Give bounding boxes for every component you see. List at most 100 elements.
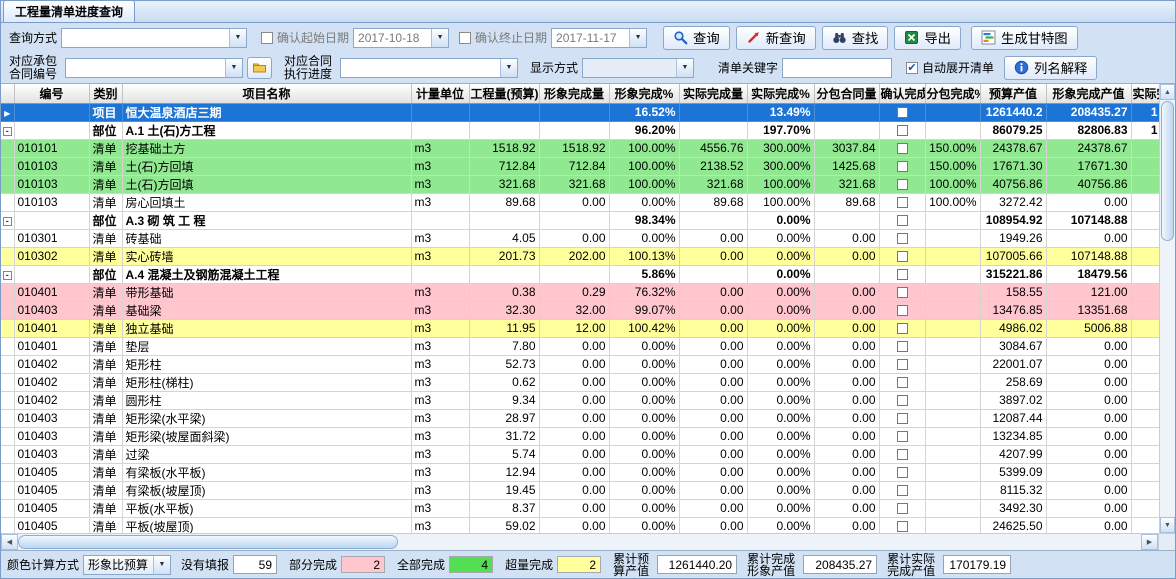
confirm-checkbox[interactable] <box>897 323 908 334</box>
chevron-down-icon[interactable]: ▼ <box>229 29 246 47</box>
table-row[interactable]: 010103清单土(石)方回填m3712.84712.84100.00%2138… <box>1 157 1159 175</box>
project-row[interactable]: ▶项目恒大温泉酒店三期16.52%13.49%1261440.2208435.2… <box>1 103 1159 121</box>
column-header[interactable]: 确认完成 <box>879 84 925 103</box>
confirm-checkbox[interactable] <box>897 125 908 136</box>
new-query-button[interactable]: 新查询 <box>736 26 816 50</box>
confirm-checkbox[interactable] <box>897 269 908 280</box>
chevron-down-icon[interactable]: ▼ <box>225 59 242 77</box>
scroll-left-icon[interactable]: ◀ <box>1 534 18 550</box>
table-row[interactable]: 010405清单有梁板(水平板)m312.940.000.00%0.000.00… <box>1 463 1159 481</box>
color-mode-select[interactable]: 形象比预算 ▼ <box>83 555 171 575</box>
horizontal-scroll-thumb[interactable] <box>18 535 398 549</box>
column-header[interactable]: 预算产值 <box>980 84 1046 103</box>
confirm-checkbox[interactable] <box>897 107 908 118</box>
display-mode-select[interactable]: ▼ <box>582 58 694 78</box>
contract-progress-select[interactable]: ▼ <box>340 58 518 78</box>
query-button[interactable]: 查询 <box>663 26 730 50</box>
table-row[interactable]: 010403清单矩形梁(水平梁)m328.970.000.00%0.000.00… <box>1 409 1159 427</box>
chevron-down-icon[interactable]: ▼ <box>629 29 646 47</box>
horizontal-scroll-track[interactable] <box>398 534 1141 550</box>
confirm-checkbox[interactable] <box>897 305 908 316</box>
table-row[interactable]: 010402清单矩形柱(梯柱)m30.620.000.00%0.000.00%0… <box>1 373 1159 391</box>
tree-collapse-toggle[interactable]: - <box>1 265 14 283</box>
table-row[interactable]: 010401清单垫层m37.800.000.00%0.000.00%0.0030… <box>1 337 1159 355</box>
table-row[interactable]: 010405清单平板(水平板)m38.370.000.00%0.000.00%0… <box>1 499 1159 517</box>
end-date-picker[interactable]: 2017-11-17 ▼ <box>551 28 647 48</box>
confirm-checkbox[interactable] <box>897 179 908 190</box>
export-button[interactable]: 导出 <box>894 26 961 50</box>
confirm-checkbox[interactable] <box>897 413 908 424</box>
confirm-checkbox[interactable] <box>897 521 908 532</box>
chevron-down-icon[interactable]: ▼ <box>500 59 517 77</box>
table-row[interactable]: 010403清单矩形梁(坡屋面斜梁)m331.720.000.00%0.000.… <box>1 427 1159 445</box>
row-selector-arrow[interactable]: ▶ <box>1 103 14 121</box>
contract-no-select[interactable]: ▼ <box>65 58 243 78</box>
column-header[interactable]: 分包合同量 <box>814 84 879 103</box>
horizontal-scrollbar[interactable]: ◀ ▶ <box>1 533 1175 550</box>
column-header[interactable]: 实际完成% <box>747 84 814 103</box>
section-row[interactable]: -部位A.4 混凝土及钢筋混凝土工程5.86%0.00%315221.86184… <box>1 265 1159 283</box>
table-row[interactable]: 010402清单圆形柱m39.340.000.00%0.000.00%0.003… <box>1 391 1159 409</box>
table-row[interactable]: 010403清单基础梁m332.3032.0099.07%0.000.00%0.… <box>1 301 1159 319</box>
column-header[interactable]: 实际完成产值 <box>1131 84 1159 103</box>
chevron-down-icon[interactable]: ▼ <box>431 29 448 47</box>
column-header[interactable]: 编号 <box>14 84 89 103</box>
confirm-checkbox[interactable] <box>897 431 908 442</box>
start-date-picker[interactable]: 2017-10-18 ▼ <box>353 28 449 48</box>
confirm-checkbox[interactable] <box>897 395 908 406</box>
confirm-checkbox[interactable] <box>897 377 908 388</box>
confirm-checkbox[interactable] <box>897 233 908 244</box>
confirm-checkbox[interactable] <box>897 485 908 496</box>
find-button[interactable]: 查找 <box>822 26 889 50</box>
confirm-checkbox[interactable] <box>897 287 908 298</box>
column-header[interactable]: 计量单位 <box>411 84 469 103</box>
confirm-checkbox[interactable] <box>897 143 908 154</box>
vertical-scrollbar[interactable]: ▲ ▼ <box>1159 84 1175 533</box>
confirm-checkbox[interactable] <box>897 341 908 352</box>
open-folder-button[interactable] <box>247 57 272 79</box>
end-date-checkbox[interactable]: 确认终止日期 <box>459 29 547 46</box>
column-header[interactable]: 工程量(预算) <box>469 84 539 103</box>
table-row[interactable]: 010403清单过梁m35.740.000.00%0.000.00%0.0042… <box>1 445 1159 463</box>
column-explain-button[interactable]: 列名解释 <box>1004 56 1097 80</box>
section-row[interactable]: -部位A.3 砌 筑 工 程98.34%0.00%108954.92107148… <box>1 211 1159 229</box>
table-row[interactable]: 010401清单独立基础m311.9512.00100.42%0.000.00%… <box>1 319 1159 337</box>
confirm-checkbox[interactable] <box>897 161 908 172</box>
column-header[interactable]: 形象完成% <box>609 84 679 103</box>
confirm-checkbox[interactable] <box>897 449 908 460</box>
keyword-input[interactable] <box>782 58 892 78</box>
chevron-down-icon[interactable]: ▼ <box>153 556 170 574</box>
confirm-checkbox[interactable] <box>897 197 908 208</box>
tree-collapse-toggle[interactable]: - <box>1 121 14 139</box>
column-header[interactable]: 项目名称 <box>122 84 411 103</box>
table-row[interactable]: 010103清单土(石)方回填m3321.68321.68100.00%321.… <box>1 175 1159 193</box>
generate-gantt-button[interactable]: 生成甘特图 <box>971 26 1078 50</box>
scroll-right-icon[interactable]: ▶ <box>1141 534 1158 550</box>
tab-progress-query[interactable]: 工程量清单进度查询 <box>3 0 135 22</box>
confirm-checkbox[interactable] <box>897 467 908 478</box>
column-header[interactable]: 类别 <box>89 84 122 103</box>
table-row[interactable]: 010405清单有梁板(坡屋顶)m319.450.000.00%0.000.00… <box>1 481 1159 499</box>
confirm-checkbox[interactable] <box>897 359 908 370</box>
vertical-scroll-thumb[interactable] <box>1161 101 1174 241</box>
table-row[interactable]: 010405清单平板(坡屋顶)m359.020.000.00%0.000.00%… <box>1 517 1159 533</box>
auto-expand-checkbox[interactable]: ✔ 自动展开清单 <box>906 59 994 76</box>
confirm-checkbox[interactable] <box>897 215 908 226</box>
confirm-checkbox[interactable] <box>897 251 908 262</box>
scroll-down-icon[interactable]: ▼ <box>1160 517 1175 533</box>
table-row[interactable]: 010401清单带形基础m30.380.2976.32%0.000.00%0.0… <box>1 283 1159 301</box>
tree-collapse-toggle[interactable]: - <box>1 211 14 229</box>
vertical-scroll-track[interactable] <box>1160 242 1175 517</box>
column-header[interactable]: 实际完成量 <box>679 84 747 103</box>
start-date-checkbox[interactable]: 确认起始日期 <box>261 29 349 46</box>
section-row[interactable]: -部位A.1 土(石)方工程96.20%197.70%86079.2582806… <box>1 121 1159 139</box>
table-row[interactable]: 010101清单挖基础土方m31518.921518.92100.00%4556… <box>1 139 1159 157</box>
column-header[interactable]: 形象完成量 <box>539 84 609 103</box>
column-header[interactable]: 形象完成产值 <box>1046 84 1131 103</box>
table-row[interactable]: 010402清单矩形柱m352.730.000.00%0.000.00%0.00… <box>1 355 1159 373</box>
confirm-checkbox[interactable] <box>897 503 908 514</box>
chevron-down-icon[interactable]: ▼ <box>676 59 693 77</box>
table-row[interactable]: 010302清单实心砖墙m3201.73202.00100.13%0.000.0… <box>1 247 1159 265</box>
query-mode-select[interactable]: ▼ <box>61 28 247 48</box>
scroll-up-icon[interactable]: ▲ <box>1160 84 1175 100</box>
